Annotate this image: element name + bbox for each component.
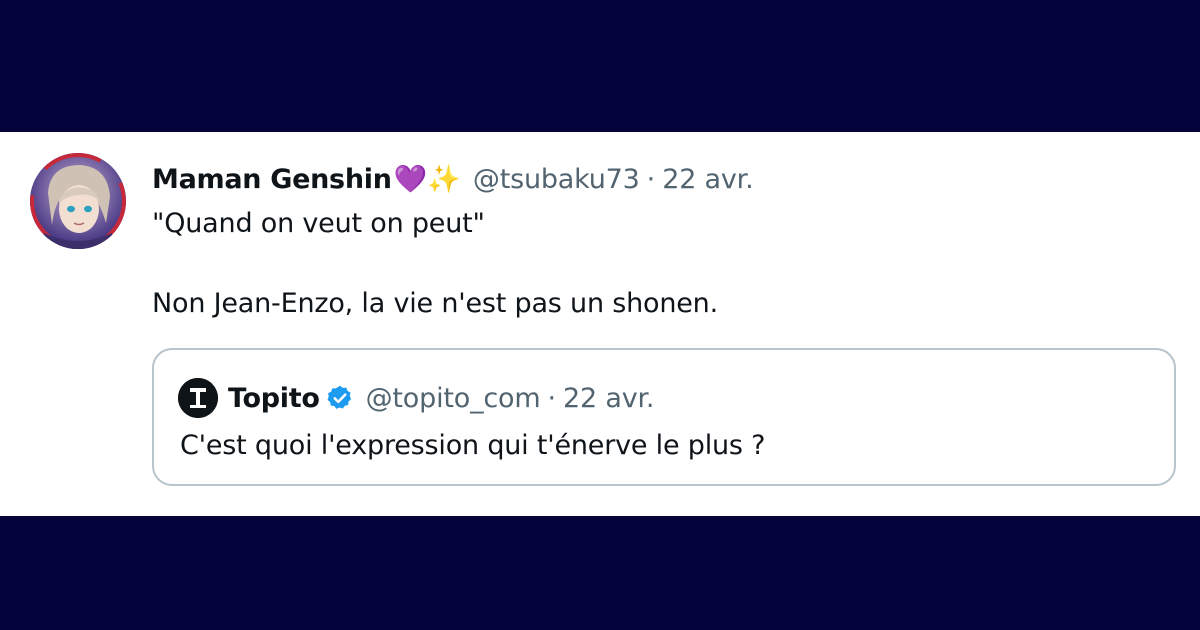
separator-dot: ·	[646, 163, 656, 195]
tweet-text-line-2: Non Jean-Enzo, la vie n'est pas un shone…	[152, 288, 718, 319]
anime-avatar-icon	[30, 153, 126, 249]
quoted-separator-dot: ·	[547, 382, 557, 414]
quoted-tweet[interactable]: Topito @topito_com · 22 avr. C'est quoi …	[152, 348, 1176, 486]
bottom-band	[0, 516, 1200, 630]
topito-t-icon	[178, 378, 218, 418]
tweet-date[interactable]: 22 avr.	[662, 164, 753, 195]
quoted-author-name[interactable]: Topito	[228, 383, 320, 414]
tweet-text-line-1: "Quand on veut on peut"	[152, 208, 485, 239]
tweet-header: Maman Genshin 💜✨ @tsubaku73 · 22 avr.	[152, 159, 754, 199]
quoted-author-handle[interactable]: @topito_com	[366, 383, 541, 414]
top-band	[0, 0, 1200, 132]
author-name[interactable]: Maman Genshin	[152, 164, 392, 195]
quoted-tweet-text: C'est quoi l'expression qui t'énerve le …	[180, 430, 766, 461]
purple-heart-sparkles-emoji: 💜✨	[393, 164, 461, 195]
quoted-tweet-header: Topito @topito_com · 22 avr.	[178, 378, 655, 418]
author-avatar[interactable]	[30, 153, 126, 249]
author-handle[interactable]: @tsubaku73	[473, 164, 640, 195]
verified-badge-icon	[326, 384, 354, 412]
quoted-tweet-date[interactable]: 22 avr.	[563, 383, 654, 414]
tweet-card[interactable]: Maman Genshin 💜✨ @tsubaku73 · 22 avr. "Q…	[0, 132, 1200, 516]
topito-logo-icon[interactable]	[178, 378, 218, 418]
